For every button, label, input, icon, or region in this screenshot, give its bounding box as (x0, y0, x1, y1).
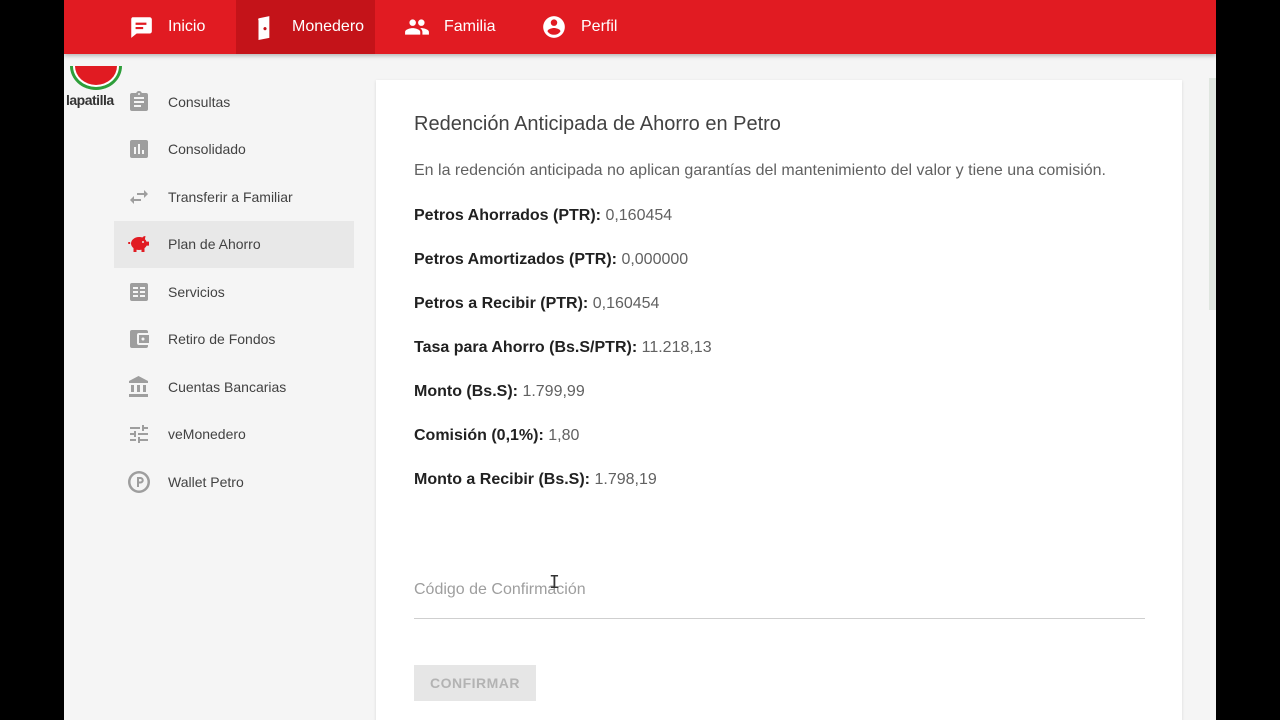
wallet-icon (258, 16, 270, 40)
nav-monedero-label: Monedero (292, 18, 365, 35)
top-navigation: Inicio Monedero Familia Perfil (64, 0, 1216, 54)
nav-inicio-label: Inicio (168, 18, 206, 35)
sidebar-item-plan-de-ahorro[interactable]: Plan de Ahorro (114, 220, 354, 268)
sidebar-item-retiro-de-fondos[interactable]: Retiro de Fondos (114, 316, 354, 364)
piggy-bank-icon (128, 236, 149, 253)
sidebar-item-label: veMonedero (168, 426, 246, 443)
summary-row: Monto (Bs.S): 1.799,99 (414, 370, 1144, 414)
nav-familia-label: Familia (444, 18, 496, 35)
sidebar-item-consultas[interactable]: Consultas (114, 78, 354, 126)
summary-list: Petros Ahorrados (PTR): 0,160454 Petros … (414, 194, 1144, 502)
sidebar-item-label: Transferir a Familiar (168, 188, 293, 205)
logo-text: lapatilla (66, 92, 114, 108)
sidebar-item-servicios[interactable]: Servicios (114, 268, 354, 316)
sidebar-item-label: Consolidado (168, 141, 246, 158)
confirmation-code-field[interactable]: Código de Confirmación (414, 575, 1145, 619)
sidebar-item-consolidado[interactable]: Consolidado (114, 126, 354, 174)
sidebar-item-cuentas-bancarias[interactable]: Cuentas Bancarias (114, 363, 354, 411)
sidebar-item-vemonedero[interactable]: veMonedero (114, 411, 354, 459)
petro-coin-icon (128, 470, 150, 493)
bar-chart-icon (130, 140, 148, 159)
summary-row: Petros Amortizados (PTR): 0,000000 (414, 238, 1144, 282)
nav-monedero[interactable]: Monedero (236, 0, 375, 54)
sidebar: Consultas Consolidado Transferir a Famil… (114, 78, 354, 506)
tune-icon (130, 425, 148, 444)
summary-row: Monto a Recibir (Bs.S): 1.798,19 (414, 458, 1144, 502)
sidebar-item-transferir[interactable]: Transferir a Familiar (114, 173, 354, 221)
nav-perfil-label: Perfil (581, 18, 618, 35)
sidebar-item-label: Cuentas Bancarias (168, 378, 287, 395)
redemption-card: Redención Anticipada de Ahorro en Petro … (376, 80, 1182, 720)
row-label: Monto a Recibir (Bs.S): (414, 471, 591, 488)
nav-inicio[interactable]: Inicio (124, 0, 213, 54)
confirm-button[interactable]: CONFIRMAR (414, 665, 536, 701)
row-value: 11.218,13 (641, 339, 712, 356)
sidebar-item-wallet-petro[interactable]: Wallet Petro (114, 458, 354, 506)
row-value: 1,80 (548, 427, 580, 444)
row-label: Monto (Bs.S): (414, 383, 518, 400)
row-value: 1.798,19 (594, 471, 657, 488)
confirmation-code-placeholder: Código de Confirmación (414, 581, 586, 598)
row-label: Tasa para Ahorro (Bs.S/PTR): (414, 339, 638, 356)
account-icon (543, 16, 565, 38)
row-value: 0,160454 (605, 207, 673, 224)
people-icon (405, 19, 429, 35)
clipboard-icon (130, 90, 148, 111)
sidebar-item-label: Plan de Ahorro (168, 236, 261, 253)
list-icon (130, 282, 148, 301)
transfer-icon (130, 189, 148, 204)
row-label: Petros a Recibir (PTR): (414, 295, 589, 312)
summary-row: Comisión (0,1%): 1,80 (414, 414, 1144, 458)
page-title: Redención Anticipada de Ahorro en Petro (414, 113, 781, 135)
sidebar-item-label: Servicios (168, 283, 225, 300)
sidebar-item-label: Consultas (168, 93, 231, 110)
row-label: Comisión (0,1%): (414, 427, 544, 444)
scrollbar-thumb[interactable] (1209, 78, 1216, 310)
row-value: 0,160454 (592, 295, 660, 312)
app-viewport: Inicio Monedero Familia Perfil lapatilla… (64, 0, 1216, 720)
card-description: En la redención anticipada no aplican ga… (414, 162, 1106, 179)
nav-perfil[interactable]: Perfil (541, 0, 617, 54)
row-label: Petros Ahorrados (PTR): (414, 207, 601, 224)
summary-row: Petros a Recibir (PTR): 0,160454 (414, 282, 1144, 326)
row-value: 1.799,99 (522, 383, 585, 400)
nav-familia[interactable]: Familia (404, 0, 496, 54)
summary-row: Petros Ahorrados (PTR): 0,160454 (414, 194, 1144, 238)
row-label: Petros Amortizados (PTR): (414, 251, 617, 268)
text-cursor-icon: I (549, 572, 560, 593)
wallet-icon (130, 330, 149, 349)
row-value: 0,000000 (621, 251, 689, 268)
sidebar-item-label: Wallet Petro (168, 473, 244, 490)
sidebar-item-label: Retiro de Fondos (168, 331, 276, 348)
bank-icon (129, 375, 148, 397)
chat-icon (131, 17, 152, 38)
summary-row: Tasa para Ahorro (Bs.S/PTR): 11.218,13 (414, 326, 1144, 370)
